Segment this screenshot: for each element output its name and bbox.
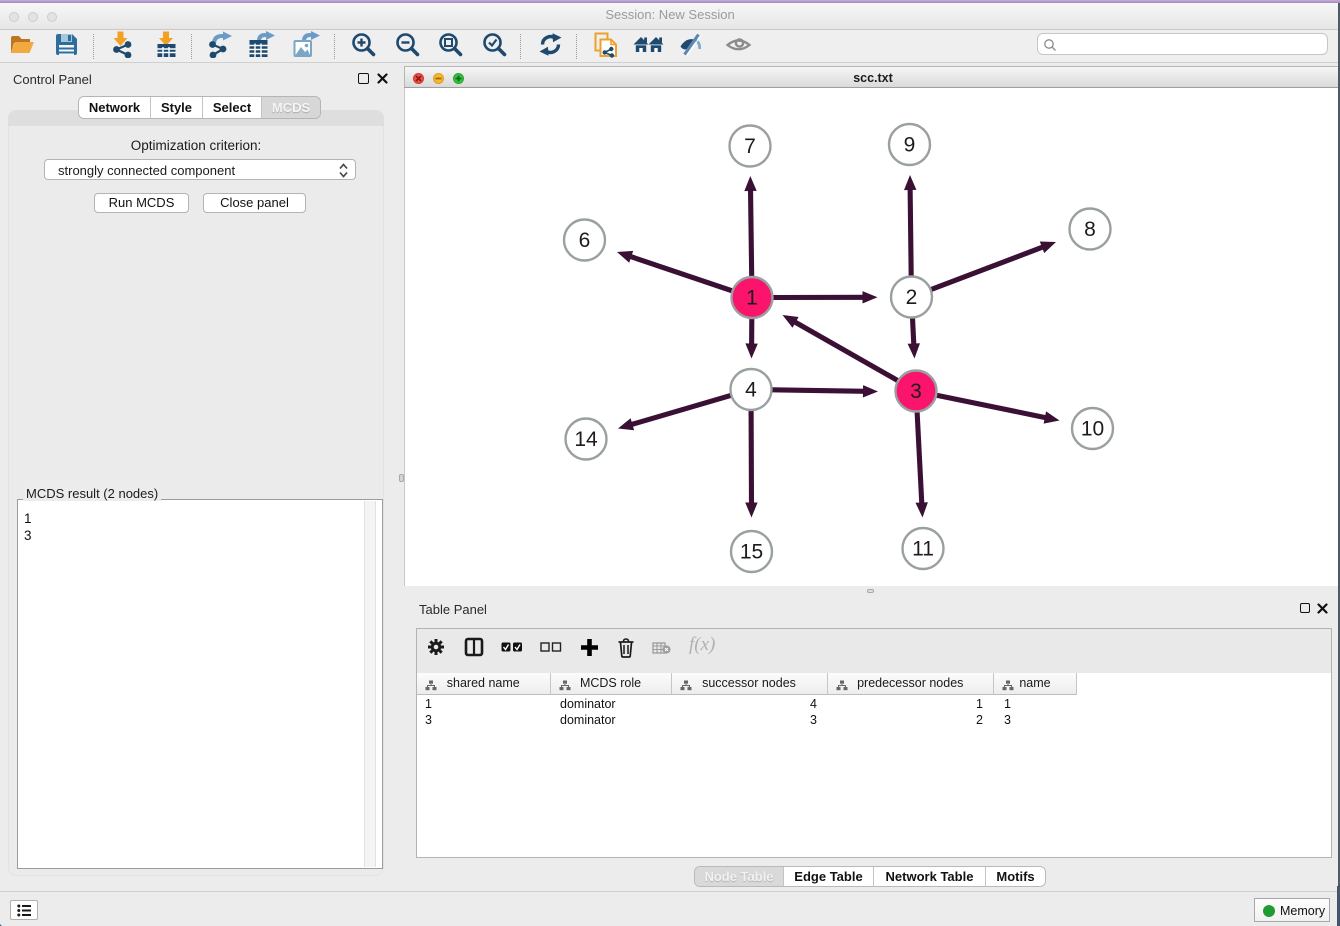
svg-text:2: 2 bbox=[906, 286, 918, 309]
svg-text:3: 3 bbox=[910, 380, 922, 403]
svg-text:10: 10 bbox=[1081, 418, 1104, 441]
svg-text:1: 1 bbox=[746, 287, 758, 310]
svg-text:11: 11 bbox=[912, 538, 934, 561]
svg-text:6: 6 bbox=[579, 229, 591, 252]
svg-text:14: 14 bbox=[574, 428, 598, 451]
svg-text:7: 7 bbox=[744, 135, 756, 158]
svg-text:8: 8 bbox=[1084, 218, 1096, 241]
svg-text:15: 15 bbox=[740, 541, 763, 564]
svg-text:9: 9 bbox=[904, 134, 916, 157]
svg-text:4: 4 bbox=[745, 379, 757, 402]
